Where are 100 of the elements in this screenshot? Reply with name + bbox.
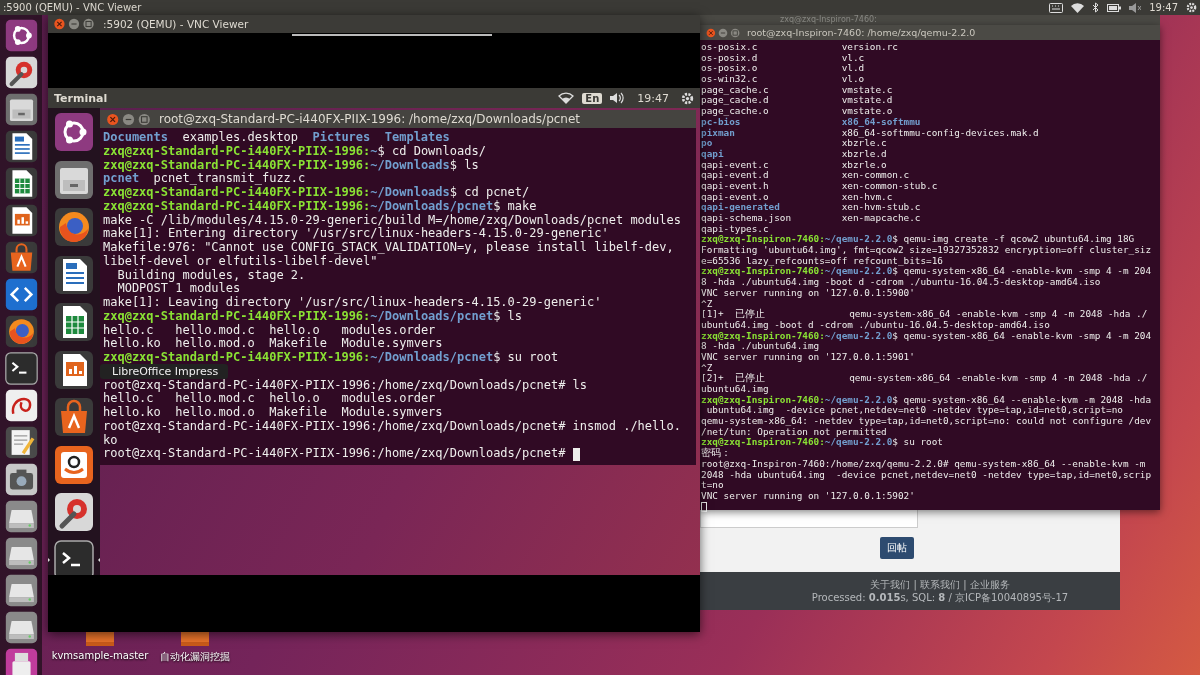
drive-icon[interactable] bbox=[4, 574, 38, 607]
terminal-line: zxq@zxq-Inspiron-7460:~/qemu-2.2.0$ qemu-system-x86_64 --enable-kvm -m 2048 -hda bbox=[701, 394, 1152, 406]
file-name: vl.d bbox=[841, 63, 865, 75]
terminal-icon[interactable] bbox=[54, 539, 94, 575]
file-name: qapi-types.c bbox=[701, 223, 769, 234]
reply-button[interactable]: 回帖 bbox=[880, 537, 914, 559]
terminal-line: zxq@zxq-Standard-PC-i440FX-PIIX-1996:~/Downloads/pcnet$ su root bbox=[103, 351, 559, 365]
file-cabinet-icon[interactable] bbox=[4, 93, 38, 126]
document-icon[interactable] bbox=[54, 254, 94, 295]
desktop-icon-label[interactable]: 自动化漏洞挖掘 bbox=[160, 650, 230, 664]
shopping-bag-icon[interactable] bbox=[4, 241, 38, 274]
text-editor-icon[interactable] bbox=[4, 426, 38, 459]
bluetooth-icon[interactable] bbox=[1092, 2, 1100, 13]
terminal-icon[interactable] bbox=[4, 352, 38, 385]
file-name: version.rc bbox=[841, 42, 898, 53]
drive-icon[interactable] bbox=[4, 537, 38, 570]
window-controls-icon[interactable] bbox=[53, 18, 95, 30]
file-name: xen-hvm-stub.c bbox=[841, 202, 921, 213]
file-name: os-win32.c bbox=[701, 74, 759, 85]
camera-icon[interactable] bbox=[4, 463, 38, 496]
app-name: Terminal bbox=[54, 91, 108, 105]
window-controls-icon[interactable] bbox=[705, 27, 741, 38]
file-name: pcnet_transmit_fuzz.c bbox=[153, 172, 306, 186]
terminal-line: VNC server running on '127.0.0.1:5901' bbox=[701, 351, 915, 363]
keyboard-icon[interactable] bbox=[1049, 2, 1064, 13]
volume-icon[interactable] bbox=[610, 92, 626, 104]
terminal-line: libelf-devel or elfutils-libelf-devel" bbox=[103, 254, 378, 269]
document-viewer-icon[interactable] bbox=[4, 389, 38, 422]
browser-icon[interactable] bbox=[4, 315, 38, 348]
terminal-line: hello.c hello.mod.c hello.o modules.order bbox=[103, 392, 436, 406]
shopping-bag-icon[interactable] bbox=[54, 397, 94, 437]
terminal-line: ^Z bbox=[701, 298, 713, 310]
terminal-line: zxq@zxq-Inspiron-7460:~/qemu-2.2.0$ su root bbox=[701, 437, 943, 448]
terminal-line: root@zxq-Standard-PC-i440FX-PIIX-1996:/home/zxq/Downloads/pcnet# insmod ./hello. bbox=[103, 419, 681, 434]
footer-info: Processed: 0.015s, SQL: 8 / 京ICP备10040895号-17 bbox=[811, 591, 1069, 604]
text-cursor bbox=[701, 501, 707, 513]
drive-icon[interactable] bbox=[4, 500, 38, 533]
code-icon[interactable] bbox=[4, 278, 38, 311]
window-controls-icon[interactable] bbox=[106, 112, 151, 126]
settings-icon[interactable] bbox=[1186, 2, 1197, 13]
usb-drive-icon[interactable] bbox=[4, 648, 38, 675]
file-name: os-posix.o bbox=[701, 63, 759, 75]
file-name: xbzrle.d bbox=[841, 148, 887, 160]
file-name: vl.c bbox=[841, 52, 865, 64]
file-name: pc-bios bbox=[701, 116, 741, 127]
settings-icon[interactable] bbox=[681, 91, 694, 105]
file-name: xbzrle.c bbox=[841, 138, 887, 149]
terminal-line: make -C /lib/modules/4.15.0-29-generic/build M=/home/zxq/Downloads/pcnet modules bbox=[103, 213, 681, 228]
file-name: page_cache.c bbox=[701, 84, 770, 96]
battery-icon[interactable] bbox=[1107, 3, 1122, 12]
file-name: Documents bbox=[103, 131, 169, 144]
tools-icon[interactable] bbox=[4, 56, 38, 89]
drive-icon[interactable] bbox=[4, 611, 38, 644]
file-name: xbzrle.o bbox=[841, 159, 887, 171]
browser-icon[interactable] bbox=[54, 207, 94, 247]
wifi-icon[interactable] bbox=[558, 92, 575, 104]
terminal-line: hello.ko hello.mod.o Makefile Module.symvers bbox=[103, 406, 443, 420]
ubuntu-logo-icon[interactable] bbox=[54, 112, 94, 152]
terminal-line: ^Z bbox=[701, 362, 713, 374]
ubuntu-logo-icon[interactable] bbox=[4, 19, 38, 52]
presentation-icon[interactable] bbox=[54, 349, 94, 390]
volume-icon[interactable] bbox=[1129, 2, 1142, 13]
clock[interactable]: 19:47 bbox=[1149, 2, 1178, 13]
spreadsheet-icon[interactable] bbox=[4, 167, 38, 200]
terminal-line: root@zxq-Inspiron-7460:/home/zxq/qemu-2.2.0# qemu-system-x86_64 --enable-kvm -m bbox=[701, 458, 1146, 470]
terminal-line: zxq@zxq-Standard-PC-i440FX-PIIX-1996:~/Downloads/pcnet$ ls bbox=[103, 309, 523, 324]
file-name: examples.desktop bbox=[182, 131, 299, 144]
terminal-line: t=no bbox=[701, 480, 724, 491]
footer-links[interactable]: 关于我们 | 联系我们 | 企业服务 bbox=[870, 578, 1010, 591]
tooltip: LibreOffice Impress bbox=[100, 364, 229, 379]
terminal-line: 2048 -hda ubuntu64.img -device pcnet,netdev=net0 -netdev type=tap,id=net0,scrip bbox=[701, 469, 1152, 481]
clock[interactable]: 19:47 bbox=[637, 91, 669, 105]
file-name: qapi-event.d bbox=[701, 170, 770, 181]
terminal-line: VNC server running on '127.0.0.1:5902' bbox=[701, 490, 915, 502]
file-name: po bbox=[701, 138, 713, 149]
store-icon[interactable] bbox=[54, 444, 94, 485]
file-name: vmstate.d bbox=[841, 95, 893, 107]
file-name: page_cache.o bbox=[701, 106, 770, 117]
wifi-icon[interactable] bbox=[1071, 2, 1085, 13]
terminal-line: zxq@zxq-Standard-PC-i440FX-PIIX-1996:~$ cd Downloads/ bbox=[103, 144, 486, 158]
terminal-line: 8 -hda ./ubuntu64.img -boot d -cdrom ./ubuntu-16.04.5-desktop-amd64.iso bbox=[701, 277, 1101, 288]
presentation-icon[interactable] bbox=[4, 204, 38, 237]
file-name: xen-common-stub.c bbox=[841, 180, 938, 192]
file-name: vl.o bbox=[841, 74, 865, 85]
window-title: root@zxq-Inspiron-7460: /home/zxq/qemu-2.2.0 bbox=[747, 27, 976, 38]
document-icon[interactable] bbox=[4, 130, 38, 163]
file-name: vmstate.o bbox=[841, 106, 893, 117]
terminal-line: zxq@zxq-Inspiron-7460:~/qemu-2.2.0$ qemu-system-x86_64 -enable-kvm -smp 4 -m 204 bbox=[701, 266, 1152, 278]
spreadsheet-icon[interactable] bbox=[54, 302, 94, 342]
scroll-bar[interactable] bbox=[292, 34, 492, 36]
file-cabinet-icon[interactable] bbox=[54, 159, 94, 200]
file-name: qapi-generated bbox=[701, 202, 781, 213]
file-name: pixman bbox=[701, 127, 735, 139]
desktop-icon-label[interactable]: kvmsample-master bbox=[51, 650, 149, 661]
tools-icon[interactable] bbox=[54, 492, 94, 532]
window-title: :5902 (QEMU) - VNC Viewer bbox=[103, 18, 249, 30]
file-name: qapi-event.c bbox=[701, 159, 770, 171]
file-name: qapi-schema.json bbox=[701, 213, 792, 224]
file-name: vmstate.c bbox=[841, 84, 893, 96]
input-method-indicator[interactable]: En bbox=[582, 92, 603, 104]
